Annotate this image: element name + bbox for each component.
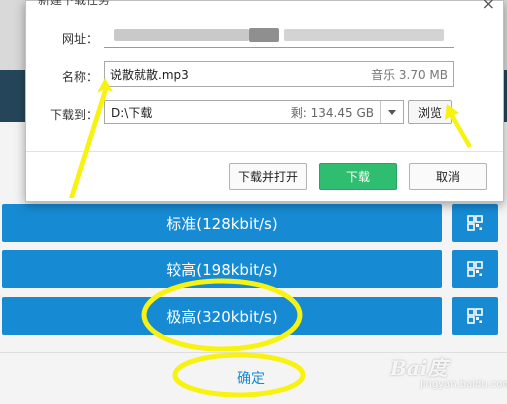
url-label: 网址： (61, 32, 98, 46)
qr-code-icon (467, 308, 483, 324)
download-button[interactable]: 下载 (319, 163, 397, 190)
browse-button[interactable]: 浏览 (408, 100, 452, 124)
close-icon[interactable]: × (482, 0, 495, 13)
watermark-url: jingyan.baidu.com (420, 379, 507, 390)
save-to-label: 下载到： (49, 108, 98, 122)
file-size-hint: 音乐 3.70 MB (371, 67, 448, 82)
save-path-select[interactable]: D:\下载 剩: 134.45 GB (104, 100, 404, 124)
quality-highest-qr-button[interactable] (452, 297, 498, 335)
qr-code-icon (467, 261, 483, 277)
quality-high-qr-button[interactable] (452, 250, 498, 288)
file-name-input[interactable]: 说散就散.mp3 音乐 3.70 MB (104, 61, 454, 87)
qr-code-icon (467, 215, 483, 231)
cancel-button[interactable]: 取消 (409, 163, 487, 190)
download-and-open-button[interactable]: 下载并打开 (229, 163, 307, 190)
new-download-dialog: 新建下载任务 × 网址： 名称： 说散就散.mp3 音乐 3.70 MB 下载到… (25, 0, 504, 202)
quality-standard-button[interactable]: 标准(128kbit/s) (2, 204, 442, 242)
dialog-divider (26, 151, 503, 152)
quality-standard-qr-button[interactable] (452, 204, 498, 242)
url-redacted-part (249, 28, 279, 42)
file-name-value: 说散就散.mp3 (110, 67, 189, 82)
quality-highest-button[interactable]: 极高(320kbit/s) (2, 297, 442, 335)
free-space-hint: 剩: 134.45 GB (290, 105, 374, 120)
path-dropdown-button[interactable] (380, 101, 403, 123)
save-path-value: D:\下载 (111, 105, 153, 120)
url-field[interactable] (104, 24, 454, 48)
url-underline (104, 47, 454, 48)
watermark-logo: Bai度 (390, 356, 448, 380)
quality-high-button[interactable]: 较高(198kbit/s) (2, 250, 442, 288)
baidu-watermark: Bai度 jingyan.baidu.com (380, 348, 507, 398)
name-label: 名称： (61, 70, 98, 84)
confirm-button[interactable]: 确定 (206, 368, 296, 388)
url-redacted-part (284, 29, 444, 41)
dialog-title: 新建下载任务 (38, 0, 111, 7)
chevron-down-icon (388, 109, 396, 115)
url-redacted-part (114, 29, 249, 41)
